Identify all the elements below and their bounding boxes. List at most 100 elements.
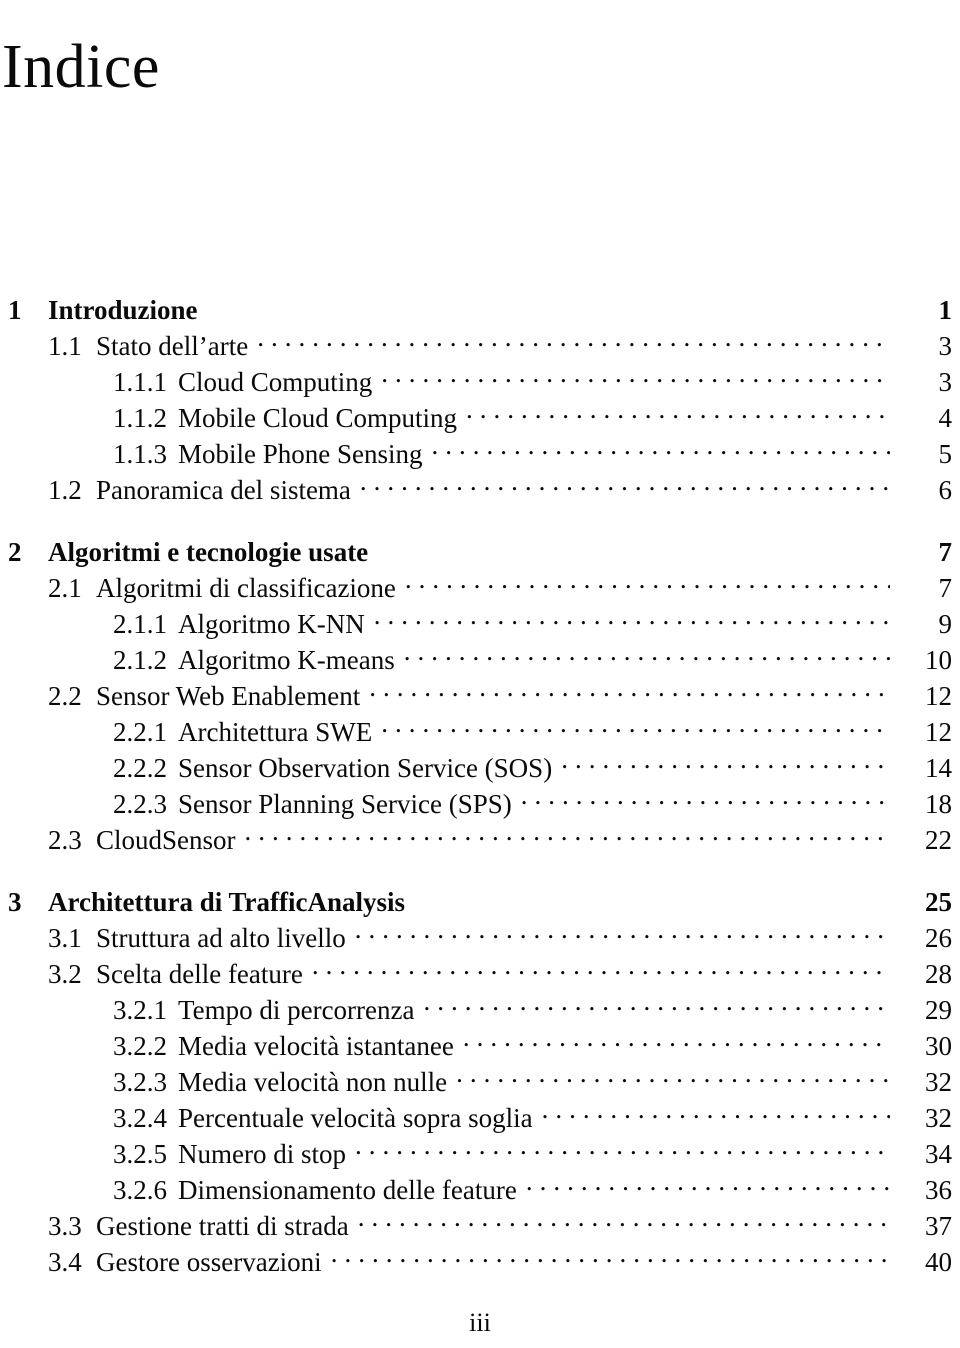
toc-entry-page-number: 32 bbox=[925, 1103, 952, 1133]
toc-entry-label: Gestore osservazioni bbox=[96, 1247, 322, 1277]
toc-leader-dots: ........................................… bbox=[244, 816, 890, 846]
toc-entry-number: 2.1.1 bbox=[113, 609, 167, 639]
toc-leader-dots: ........................................… bbox=[330, 1238, 890, 1268]
toc-entry-label: Algoritmo K-NN bbox=[178, 609, 365, 639]
toc-leader-dots: ........................................… bbox=[354, 914, 890, 944]
toc-leader-dots: ........................................… bbox=[561, 744, 890, 774]
toc-entry-page-number: 29 bbox=[925, 995, 952, 1025]
toc-entry-number: 1.1.2 bbox=[113, 403, 167, 433]
toc-entry-number: 3.4 bbox=[48, 1247, 82, 1277]
toc-entry[interactable]: 1 Introduzione...........................… bbox=[0, 283, 960, 325]
toc-leader-dots: ........................................… bbox=[462, 1022, 890, 1052]
toc-leader-dots: ........................................… bbox=[377, 525, 890, 561]
toc-leader-dots: ........................................… bbox=[357, 1202, 890, 1232]
table-of-contents: 1 Introduzione...........................… bbox=[0, 283, 960, 1277]
toc-entry-page-number: 6 bbox=[938, 475, 953, 505]
toc-entry-label: Sensor Observation Service (SOS) bbox=[178, 753, 553, 783]
toc-entry-page-number: 3 bbox=[938, 331, 953, 361]
toc-entry-number: 1 bbox=[8, 295, 22, 325]
toc-entry-label: CloudSensor bbox=[96, 825, 236, 855]
toc-entry-number: 3.2.6 bbox=[113, 1175, 167, 1205]
toc-entry-label: Numero di stop bbox=[178, 1139, 346, 1169]
toc-entry-number: 2.3 bbox=[48, 825, 82, 855]
toc-entry-number: 1.1.3 bbox=[113, 439, 167, 469]
toc-leader-dots: ........................................… bbox=[423, 986, 891, 1016]
toc-leader-dots: ........................................… bbox=[456, 1058, 890, 1088]
toc-leader-dots: ........................................… bbox=[404, 564, 890, 594]
toc-entry-label: Algoritmi di classificazione bbox=[96, 573, 396, 603]
toc-entry-page-number: 7 bbox=[938, 573, 953, 603]
toc-entry-label: Algoritmi e tecnologie usate bbox=[48, 537, 369, 567]
toc-entry-label: Stato dell’arte bbox=[96, 331, 249, 361]
toc-leader-dots: ........................................… bbox=[525, 1166, 890, 1196]
toc-entry-page-number: 26 bbox=[925, 923, 952, 953]
toc-entry-label: Sensor Web Enablement bbox=[96, 681, 361, 711]
toc-leader-dots: ........................................… bbox=[381, 358, 890, 388]
page-title: Indice bbox=[2, 32, 160, 101]
toc-leader-dots: ........................................… bbox=[431, 430, 890, 460]
toc-leader-dots: ........................................… bbox=[369, 672, 890, 702]
toc-entry-page-number: 30 bbox=[925, 1031, 952, 1061]
toc-entry-page-number: 1 bbox=[938, 295, 953, 325]
toc-leader-dots: ........................................… bbox=[414, 875, 890, 911]
toc-entry-number: 3.1 bbox=[48, 923, 82, 953]
toc-entry-label: Gestione tratti di strada bbox=[96, 1211, 349, 1241]
toc-entry-number: 2.2.2 bbox=[113, 753, 167, 783]
toc-leader-dots: ........................................… bbox=[207, 283, 890, 319]
toc-leader-dots: ........................................… bbox=[359, 466, 890, 496]
toc-entry-number: 3.3 bbox=[48, 1211, 82, 1241]
toc-entry-page-number: 22 bbox=[925, 825, 952, 855]
toc-entry-number: 2.2 bbox=[48, 681, 82, 711]
toc-entry-page-number: 32 bbox=[925, 1067, 952, 1097]
toc-entry-number: 2.1.2 bbox=[113, 645, 167, 675]
toc-entry-label: Tempo di percorrenza bbox=[178, 995, 415, 1025]
toc-leader-dots: ........................................… bbox=[520, 780, 890, 810]
toc-entry-page-number: 36 bbox=[925, 1175, 952, 1205]
toc-entry[interactable]: 3Architettura di TrafficAnalysis........… bbox=[0, 875, 960, 917]
toc-entry-number: 2.2.1 bbox=[113, 717, 167, 747]
toc-entry-page-number: 10 bbox=[925, 645, 952, 675]
toc-entry-label: Media velocità istantanee bbox=[178, 1031, 454, 1061]
toc-leader-dots: ........................................… bbox=[373, 600, 890, 630]
toc-entry-page-number: 37 bbox=[925, 1211, 952, 1241]
toc-entry-number: 3.2 bbox=[48, 959, 82, 989]
toc-entry-page-number: 3 bbox=[938, 367, 953, 397]
toc-entry-label: Mobile Cloud Computing bbox=[178, 403, 458, 433]
toc-entry-page-number: 5 bbox=[938, 439, 953, 469]
toc-entry-label: Architettura SWE bbox=[178, 717, 373, 747]
toc-leader-dots: ........................................… bbox=[257, 322, 890, 352]
toc-entry-page-number: 7 bbox=[938, 537, 953, 567]
toc-entry-number: 3.2.5 bbox=[113, 1139, 167, 1169]
toc-entry-number: 1.1.1 bbox=[113, 367, 167, 397]
toc-entry-page-number: 25 bbox=[925, 887, 952, 917]
toc-entry-page-number: 12 bbox=[925, 717, 952, 747]
toc-leader-dots: ........................................… bbox=[403, 636, 890, 666]
toc-leader-dots: ........................................… bbox=[355, 1130, 890, 1160]
toc-entry-page-number: 14 bbox=[925, 753, 952, 783]
toc-entry-label: Cloud Computing bbox=[178, 367, 373, 397]
toc-entry-number: 3.2.3 bbox=[113, 1067, 167, 1097]
toc-entry-page-number: 40 bbox=[925, 1247, 952, 1277]
toc-entry-label: Introduzione bbox=[48, 295, 198, 325]
toc-page: Indice 1 Introduzione....................… bbox=[0, 0, 960, 1348]
toc-entry-number: 1.1 bbox=[48, 331, 82, 361]
toc-entry-number: 2.1 bbox=[48, 573, 82, 603]
toc-entry-page-number: 12 bbox=[925, 681, 952, 711]
toc-entry-number: 1.2 bbox=[48, 475, 82, 505]
toc-leader-dots: ........................................… bbox=[381, 708, 890, 738]
toc-leader-dots: ........................................… bbox=[311, 950, 890, 980]
toc-entry-page-number: 18 bbox=[925, 789, 952, 819]
toc-entry-label: Scelta delle feature bbox=[96, 959, 303, 989]
toc-entry-number: 2 bbox=[8, 537, 22, 567]
toc-entry-page-number: 28 bbox=[925, 959, 952, 989]
footer-page-number: iii bbox=[469, 1308, 491, 1337]
toc-entry-label: Media velocità non nulle bbox=[178, 1067, 448, 1097]
toc-entry-number: 3.2.1 bbox=[113, 995, 167, 1025]
toc-leader-dots: ........................................… bbox=[541, 1094, 890, 1124]
toc-leader-dots: ........................................… bbox=[466, 394, 890, 424]
toc-entry[interactable]: 2 Algoritmi e tecnologie usate...........… bbox=[0, 525, 960, 567]
toc-entry-page-number: 9 bbox=[938, 609, 953, 639]
toc-entry-label: Panoramica del sistema bbox=[96, 475, 351, 505]
toc-entry-page-number: 4 bbox=[938, 403, 953, 433]
toc-entry-number: 2.2.3 bbox=[113, 789, 167, 819]
